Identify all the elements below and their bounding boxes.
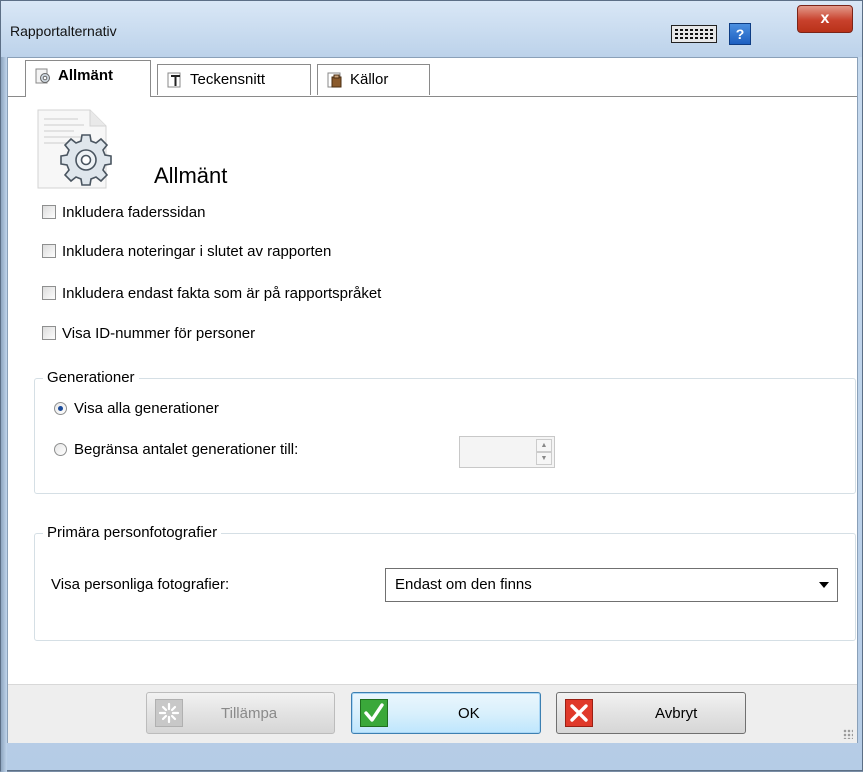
checkbox-show-id-numbers[interactable]: Visa ID-nummer för personer [42,323,255,343]
radio-button[interactable] [54,443,67,456]
close-icon [565,699,593,727]
keyboard-icon[interactable] [671,25,717,43]
cancel-label: Avbryt [655,705,698,722]
tab-teckensnitt[interactable]: Teckensnitt [157,64,311,95]
group-legend: Primära personfotografier [43,524,222,541]
button-bar: Tillämpa OK Avbryt [8,684,857,743]
window-title: Rapportalternativ [10,23,117,39]
generations-stepper[interactable]: ▲ ▼ [459,436,555,468]
photos-dropdown[interactable]: Endast om den finns [385,568,838,602]
apply-icon [155,699,183,727]
checkbox-label: Inkludera endast fakta som är på rapport… [62,284,382,302]
radio-all-generations[interactable]: Visa alla generationer [54,400,219,417]
checkbox[interactable] [42,286,56,300]
cancel-button[interactable]: Avbryt [556,692,746,734]
checkbox-label: Visa ID-nummer för personer [62,324,256,342]
chevron-down-icon[interactable] [819,582,829,588]
apply-button[interactable]: Tillämpa [146,692,335,734]
apply-label: Tillämpa [221,705,278,722]
checkbox[interactable] [42,326,56,340]
stepper-down-icon[interactable]: ▼ [536,452,552,465]
radio-label: Visa alla generationer [74,400,219,417]
help-button[interactable]: ? [729,23,751,45]
tab-kallor[interactable]: Källor [317,64,430,95]
checkbox-label: Inkludera noteringar i slutet av rapport… [62,242,332,260]
stepper-up-icon[interactable]: ▲ [536,439,552,452]
radio-button[interactable] [54,402,67,415]
dropdown-value: Endast om den finns [395,576,532,593]
resize-grip-icon[interactable] [843,729,853,739]
tab-label: Teckensnitt [190,71,266,88]
generations-group: Generationer Visa alla generationer Begr… [34,369,856,494]
tab-allmant[interactable]: Allmänt [25,60,151,97]
ok-button[interactable]: OK [351,692,541,734]
radio-limit-generations[interactable]: Begränsa antalet generationer till: [54,441,298,458]
title-bar[interactable]: Rapportalternativ ? x [1,1,862,57]
checkbox-label: Inkludera faderssidan [62,203,206,221]
tab-label: Allmänt [58,67,114,84]
dialog-body: Allmänt Teckensnitt Källor Allmänt Inklu… [7,57,858,743]
close-button[interactable]: x [797,5,853,33]
font-icon [167,72,181,88]
group-legend: Generationer [43,369,139,386]
checkbox-include-notes[interactable]: Inkludera noteringar i slutet av rapport… [42,241,331,261]
ok-label: OK [458,705,480,722]
tab-strip: Allmänt Teckensnitt Källor [8,58,857,97]
section-title: Allmänt [154,163,228,188]
checkbox-report-language-only[interactable]: Inkludera endast fakta som är på rapport… [42,283,381,303]
dialog-window: Rapportalternativ ? x Allmänt Teckensnit… [0,0,863,772]
sources-icon [327,72,342,88]
photos-label: Visa personliga fotografier: [51,576,230,593]
radio-label: Begränsa antalet generationer till: [74,441,299,458]
checkbox[interactable] [42,205,56,219]
checkbox[interactable] [42,244,56,258]
checkbox-include-father-page[interactable]: Inkludera faderssidan [42,202,205,222]
settings-document-icon [37,109,112,189]
tab-label: Källor [350,71,389,88]
general-settings-icon [35,68,50,84]
primary-photos-group: Primära personfotografier Visa personlig… [34,524,856,641]
check-icon [360,699,388,727]
